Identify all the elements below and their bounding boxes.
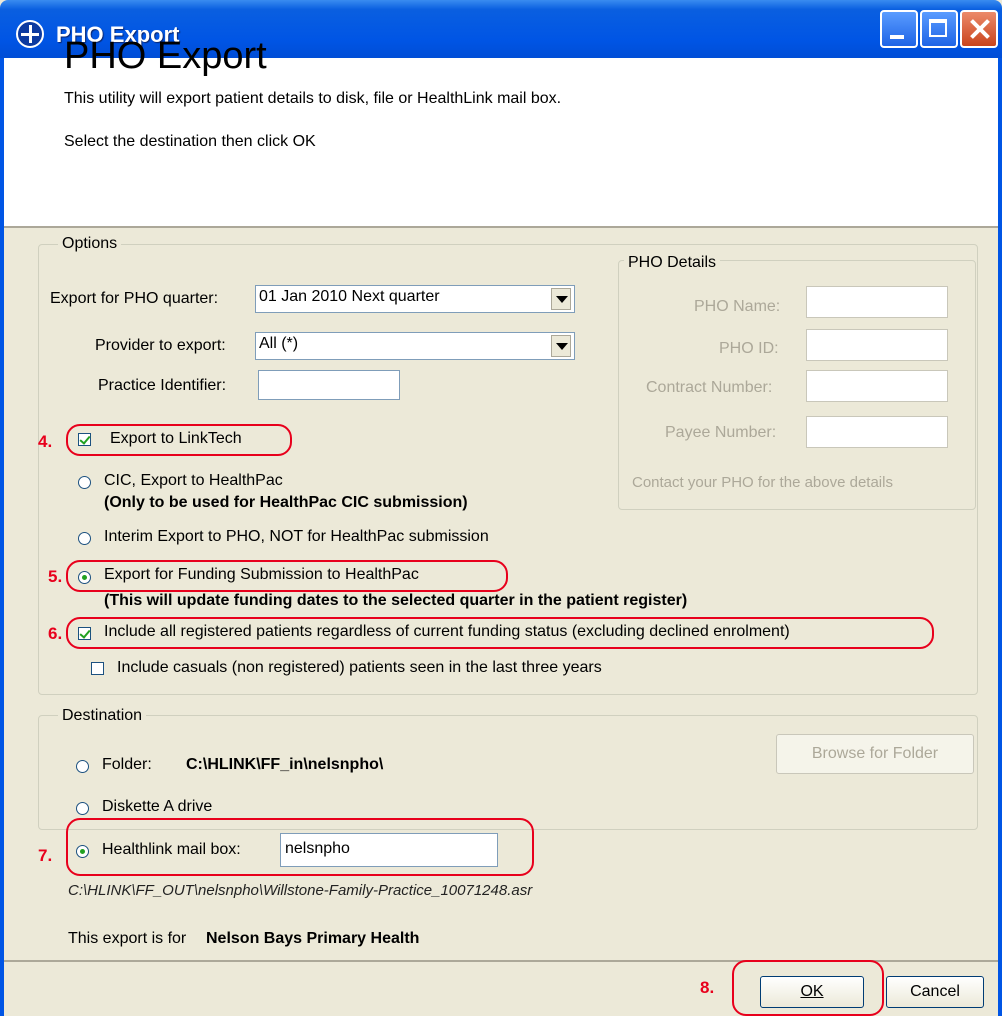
cic-note: (Only to be used for HealthPac CIC submi… (104, 494, 468, 511)
quarter-label: Export for PHO quarter: (50, 290, 219, 307)
output-path: C:\HLINK\FF_OUT\nelsnpho\Willstone-Famil… (68, 882, 533, 899)
pho-id-input[interactable] (806, 329, 948, 361)
pho-name-input[interactable] (806, 286, 948, 318)
include-casuals-label: Include casuals (non registered) patient… (117, 659, 602, 676)
chevron-down-icon[interactable] (551, 288, 571, 310)
funding-label: Export for Funding Submission to HealthP… (104, 566, 419, 583)
pho-details-legend: PHO Details (624, 254, 721, 272)
folder-label: Folder: (102, 756, 152, 773)
header-instruction: Select the destination then click OK (64, 133, 316, 150)
app-icon (16, 20, 44, 48)
provider-select[interactable]: All (*) (255, 332, 575, 360)
payee-number-input[interactable] (806, 416, 948, 448)
contract-number-label: Contract Number: (646, 379, 773, 396)
quarter-select[interactable]: 01 Jan 2010 Next quarter (255, 285, 575, 313)
provider-label: Provider to export: (95, 337, 226, 354)
include-casuals-checkbox[interactable] (91, 662, 104, 675)
quarter-value: 01 Jan 2010 Next quarter (259, 288, 440, 305)
browse-folder-button[interactable]: Browse for Folder (776, 734, 974, 774)
maximize-button[interactable] (920, 10, 958, 48)
step-4-marker: 4. (38, 432, 53, 451)
ok-label: OK (800, 983, 824, 1000)
cic-label: CIC, Export to HealthPac (104, 472, 283, 489)
close-button[interactable] (960, 10, 998, 48)
export-for-label: This export is for (68, 930, 187, 947)
window-frame-right (998, 58, 1002, 1016)
practice-label: Practice Identifier: (98, 377, 227, 394)
ok-button[interactable]: OK (760, 976, 864, 1008)
folder-path: C:\HLINK\FF_in\nelsnpho\ (186, 756, 384, 773)
diskette-label: Diskette A drive (102, 798, 213, 815)
funding-note: (This will update funding dates to the s… (104, 592, 688, 609)
page-title: PHO Export (64, 35, 267, 77)
export-for-value: Nelson Bays Primary Health (206, 930, 420, 947)
cancel-button[interactable]: Cancel (886, 976, 984, 1008)
practice-identifier-input[interactable] (258, 370, 400, 400)
mailbox-label: Healthlink mail box: (102, 841, 241, 858)
folder-radio[interactable] (76, 760, 89, 773)
pho-name-label: PHO Name: (694, 298, 781, 315)
contract-number-input[interactable] (806, 370, 948, 402)
step-5-marker: 5. (48, 567, 63, 586)
cancel-label: Cancel (910, 983, 960, 1000)
options-legend: Options (58, 235, 122, 253)
mailbox-input[interactable]: nelsnpho (280, 833, 498, 867)
step-7-marker: 7. (38, 846, 53, 865)
interim-label: Interim Export to PHO, NOT for HealthPac… (104, 528, 489, 545)
diskette-radio[interactable] (76, 802, 89, 815)
linktech-checkbox[interactable] (78, 433, 91, 446)
step-8-marker: 8. (700, 978, 715, 997)
step-6-marker: 6. (48, 624, 63, 643)
chevron-down-icon[interactable] (551, 335, 571, 357)
pho-contact-note: Contact your PHO for the above details (632, 474, 893, 491)
payee-number-label: Payee Number: (665, 424, 777, 441)
cic-radio[interactable] (78, 476, 91, 489)
pho-id-label: PHO ID: (719, 340, 779, 357)
destination-legend: Destination (58, 707, 147, 725)
include-registered-label: Include all registered patients regardle… (104, 623, 790, 640)
linktech-label: Export to LinkTech (110, 430, 242, 447)
minimize-button[interactable] (880, 10, 918, 48)
interim-radio[interactable] (78, 532, 91, 545)
mailbox-radio[interactable] (76, 845, 89, 858)
funding-radio[interactable] (78, 571, 91, 584)
provider-value: All (*) (259, 335, 299, 352)
header-description: This utility will export patient details… (64, 90, 562, 107)
include-registered-checkbox[interactable] (78, 627, 91, 640)
